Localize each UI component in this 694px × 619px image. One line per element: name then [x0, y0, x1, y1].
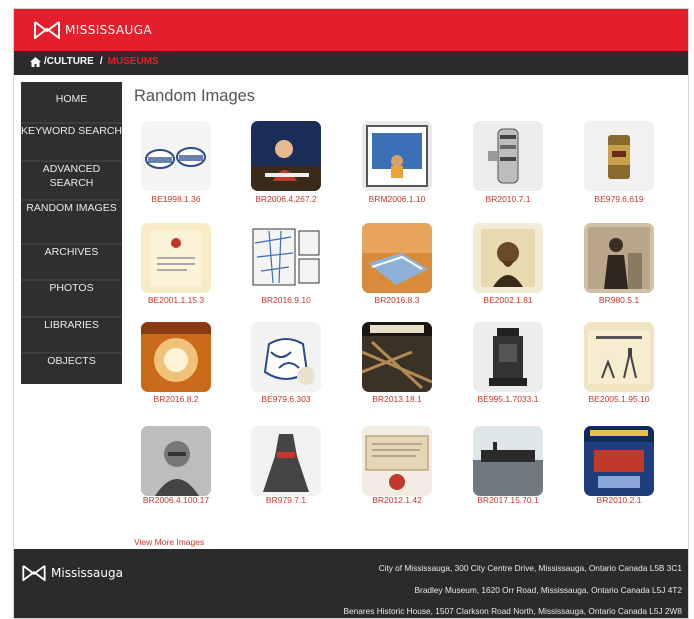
image-thumbnail[interactable]: [473, 223, 543, 293]
sidebar-item-archives[interactable]: ARCHIVES: [21, 243, 122, 263]
footer-address-benares: Benares Historic House, 1507 Clarkson Ro…: [343, 606, 683, 616]
thumbnail-image: [251, 322, 321, 392]
image-thumbnail[interactable]: [251, 223, 321, 293]
thumbnail-image: [141, 121, 211, 191]
image-thumbnail[interactable]: [362, 426, 432, 496]
image-id-link[interactable]: BRM2006.1.10: [342, 194, 452, 204]
image-id-link[interactable]: BE2001.1.15.3: [121, 295, 231, 305]
sidebar-item-random-images[interactable]: RANDOM IMAGES: [21, 199, 122, 231]
footer-logo[interactable]: Mississauga: [22, 565, 123, 581]
sidebar-item-libraries[interactable]: LIBRARIES: [21, 316, 122, 336]
image-thumbnail[interactable]: [473, 426, 543, 496]
sidebar-item-objects[interactable]: OBJECTS: [21, 352, 122, 372]
sidebar-item-label: RANDOM IMAGES: [26, 202, 117, 214]
image-id-link[interactable]: BE1998.1.36: [121, 194, 231, 204]
thumbnail-image: [473, 223, 543, 293]
thumbnail-image: [584, 223, 654, 293]
thumbnail-image: [251, 426, 321, 496]
footer-address-bradley: Bradley Museum, 1620 Orr Road, Mississau…: [414, 585, 682, 595]
thumbnail-image: [141, 223, 211, 293]
thumbnail-image: [584, 121, 654, 191]
image-id-link[interactable]: BR980.5.1: [564, 295, 674, 305]
sidebar-item-home[interactable]: HOME: [21, 92, 122, 110]
image-id-link[interactable]: BR979.7.1: [231, 495, 341, 505]
thumbnail-image: [473, 426, 543, 496]
sidebar-item-label: ADVANCED SEARCH: [42, 163, 101, 189]
image-thumbnail[interactable]: [362, 121, 432, 191]
breadcrumb-culture[interactable]: /CULTURE: [44, 56, 94, 67]
image-id-link[interactable]: BR2006.4.100.17: [121, 495, 231, 505]
image-id-link[interactable]: BE979.6.303: [231, 394, 341, 404]
sidebar-item-keyword-search[interactable]: KEYWORD SEARCH: [21, 122, 122, 154]
mississauga-logo-icon: [22, 565, 46, 581]
site-footer: Mississauga City of Mississauga, 300 Cit…: [14, 549, 688, 618]
sidebar-item-label: PHOTOS: [49, 282, 94, 294]
image-thumbnail[interactable]: [473, 322, 543, 392]
image-thumbnail[interactable]: [141, 121, 211, 191]
image-thumbnail[interactable]: [141, 426, 211, 496]
image-thumbnail[interactable]: [251, 322, 321, 392]
image-id-link[interactable]: BE979.6.619: [564, 194, 674, 204]
image-thumbnail[interactable]: [251, 426, 321, 496]
page-title: Random Images: [134, 87, 256, 105]
thumbnail-image: [362, 426, 432, 496]
breadcrumb: /CULTURE / MUSEUMS: [30, 56, 159, 67]
image-id-link[interactable]: BR2006.4.267.2: [231, 194, 341, 204]
image-id-link[interactable]: BR2010.2.1: [564, 495, 674, 505]
mississauga-logo-icon: [34, 21, 60, 39]
breadcrumb-museums[interactable]: MUSEUMS: [108, 56, 159, 67]
thumbnail-image: [362, 322, 432, 392]
thumbnail-image: [362, 223, 432, 293]
image-thumbnail[interactable]: [584, 223, 654, 293]
thumbnail-image: [251, 223, 321, 293]
thumbnail-image: [584, 322, 654, 392]
image-id-link[interactable]: BR2013.18.1: [342, 394, 452, 404]
image-id-link[interactable]: BE995.1.7033.1: [453, 394, 563, 404]
image-id-link[interactable]: BR2010.7.1: [453, 194, 563, 204]
thumbnail-image: [141, 322, 211, 392]
site-header: MISSISSAUGA: [14, 9, 688, 51]
thumbnail-image: [141, 426, 211, 496]
sidebar-item-label: HOME: [55, 93, 88, 105]
sidebar-item-label: ARCHIVES: [44, 246, 99, 258]
sidebar-item-label: LIBRARIES: [44, 319, 99, 331]
image-thumbnail[interactable]: [251, 121, 321, 191]
image-id-link[interactable]: BR2012.1.42: [342, 495, 452, 505]
thumbnail-image: [362, 121, 432, 191]
site-logo[interactable]: MISSISSAUGA: [34, 20, 152, 40]
breadcrumb-bar: /CULTURE / MUSEUMS: [14, 51, 688, 75]
home-icon[interactable]: [30, 56, 41, 67]
image-thumbnail[interactable]: [141, 322, 211, 392]
sidebar-item-advanced-search[interactable]: ADVANCED SEARCH: [21, 160, 122, 192]
image-thumbnail[interactable]: [473, 121, 543, 191]
site-logo-text: MISSISSAUGA: [65, 23, 153, 37]
thumbnail-image: [251, 121, 321, 191]
sidebar-nav: HOME KEYWORD SEARCH ADVANCED SEARCH RANDOM …: [21, 82, 122, 384]
image-thumbnail[interactable]: [362, 223, 432, 293]
page-frame: MISSISSAUGA /CULTURE / MUSEUMS HOME KEYWO…: [13, 8, 689, 619]
footer-address-city: City of Mississauga, 300 City Centre Dri…: [378, 563, 682, 573]
image-id-link[interactable]: BR2016.8.2: [121, 394, 231, 404]
image-id-link[interactable]: BR2016.9.10: [231, 295, 341, 305]
image-thumbnail[interactable]: [362, 322, 432, 392]
image-id-link[interactable]: BE2005.1.95.10: [564, 394, 674, 404]
image-id-link[interactable]: BR2017.15.70.1: [453, 495, 563, 505]
sidebar-item-label: OBJECTS: [47, 355, 96, 367]
image-id-link[interactable]: BE2002.1.81: [453, 295, 563, 305]
sidebar-item-photos[interactable]: PHOTOS: [21, 279, 122, 299]
thumbnail-image: [473, 121, 543, 191]
thumbnail-image: [473, 322, 543, 392]
image-thumbnail[interactable]: [584, 121, 654, 191]
footer-logo-text: Mississauga: [51, 566, 123, 580]
image-thumbnail[interactable]: [584, 426, 654, 496]
thumbnail-image: [584, 426, 654, 496]
image-thumbnail[interactable]: [141, 223, 211, 293]
image-id-link[interactable]: BR2016.8.3: [342, 295, 452, 305]
image-thumbnail[interactable]: [584, 322, 654, 392]
view-more-images-link[interactable]: View More Images: [134, 537, 204, 547]
breadcrumb-separator: /: [99, 56, 103, 67]
sidebar-item-label: KEYWORD SEARCH: [21, 125, 122, 137]
